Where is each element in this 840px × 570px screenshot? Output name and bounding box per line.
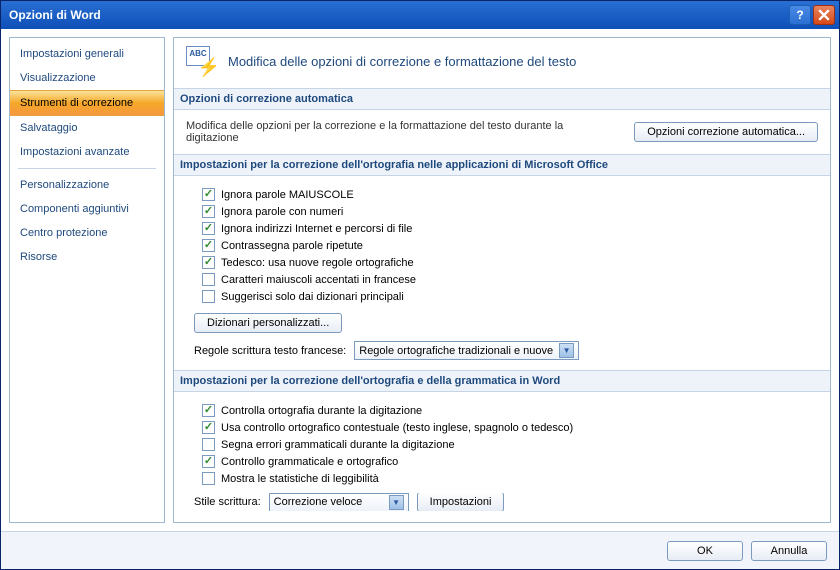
sidebar-item-addins[interactable]: Componenti aggiuntivi [10,197,164,221]
check-grammar-as-type[interactable]: Segna errori grammaticali durante la dig… [194,436,818,453]
titlebar: Opzioni di Word ? [1,1,839,29]
autocorrect-row: Modifica delle opzioni per la correzione… [186,120,818,144]
close-icon [818,9,830,21]
french-rules-label: Regole scrittura testo francese: [194,345,346,357]
chevron-down-icon: ▼ [389,495,404,510]
writing-style-select[interactable]: Correzione veloce ▼ [269,493,409,511]
check-french-accents[interactable]: Caratteri maiuscoli accentati in frances… [194,271,818,288]
checkbox-icon[interactable] [202,421,215,434]
dialog-body: Impostazioni generali Visualizzazione St… [1,29,839,531]
checkbox-icon[interactable] [202,472,215,485]
check-german-rules[interactable]: Tedesco: usa nuove regole ortografiche [194,254,818,271]
sidebar-item-save[interactable]: Salvataggio [10,116,164,140]
section-head-office-spell: Impostazioni per la correzione dell'orto… [174,154,830,176]
proofing-icon: ABC ⚡ [186,46,218,76]
sidebar-item-trust[interactable]: Centro protezione [10,221,164,245]
custom-dictionaries-button[interactable]: Dizionari personalizzati... [194,313,342,333]
options-dialog: Opzioni di Word ? Impostazioni generali … [0,0,840,570]
check-readability-stats[interactable]: Mostra le statistiche di leggibilità [194,470,818,487]
check-flag-repeated[interactable]: Contrassegna parole ripetute [194,237,818,254]
checkbox-icon[interactable] [202,290,215,303]
dialog-footer: OK Annulla [1,531,839,569]
close-button[interactable] [813,5,835,25]
writing-style-row: Stile scrittura: Correzione veloce ▼ Imp… [194,493,818,511]
check-ignore-numbers[interactable]: Ignora parole con numeri [194,203,818,220]
help-button[interactable]: ? [789,5,811,25]
checkbox-icon[interactable] [202,438,215,451]
ok-button[interactable]: OK [667,541,743,561]
checkbox-icon[interactable] [202,205,215,218]
checkbox-icon[interactable] [202,273,215,286]
office-checks: Ignora parole MAIUSCOLE Ignora parole co… [194,186,818,305]
check-main-dict-only[interactable]: Suggerisci solo dai dizionari principali [194,288,818,305]
page-title: Modifica delle opzioni di correzione e f… [228,54,576,69]
titlebar-buttons: ? [789,5,835,25]
checkbox-icon[interactable] [202,222,215,235]
page-header: ABC ⚡ Modifica delle opzioni di correzio… [186,46,818,76]
cancel-button[interactable]: Annulla [751,541,827,561]
word-checks: Controlla ortografia durante la digitazi… [194,402,818,487]
check-ignore-urls[interactable]: Ignora indirizzi Internet e percorsi di … [194,220,818,237]
sidebar-item-display[interactable]: Visualizzazione [10,66,164,90]
checkbox-icon[interactable] [202,188,215,201]
checkbox-icon[interactable] [202,455,215,468]
check-grammar-spell[interactable]: Controllo grammaticale e ortografico [194,453,818,470]
window-title: Opzioni di Word [9,8,789,22]
lightning-icon: ⚡ [198,57,220,78]
sidebar-item-resources[interactable]: Risorse [10,245,164,269]
sidebar-item-proofing[interactable]: Strumenti di correzione [10,90,164,116]
french-rules-select[interactable]: Regole ortografiche tradizionali e nuove… [354,341,579,360]
sidebar-item-customize[interactable]: Personalizzazione [10,173,164,197]
section-head-word-spell: Impostazioni per la correzione dell'orto… [174,370,830,392]
check-contextual-spell[interactable]: Usa controllo ortografico contestuale (t… [194,419,818,436]
chevron-down-icon: ▼ [559,343,574,358]
checkbox-icon[interactable] [202,404,215,417]
writing-style-label: Stile scrittura: [194,496,261,508]
section-head-autocorrect: Opzioni di correzione automatica [174,88,830,110]
autocorrect-options-button[interactable]: Opzioni correzione automatica... [634,122,818,142]
sidebar-separator [18,168,156,169]
sidebar-item-advanced[interactable]: Impostazioni avanzate [10,140,164,164]
french-rules-row: Regole scrittura testo francese: Regole … [194,341,818,360]
category-sidebar: Impostazioni generali Visualizzazione St… [9,37,165,523]
main-panel: ABC ⚡ Modifica delle opzioni di correzio… [173,37,831,523]
check-ignore-uppercase[interactable]: Ignora parole MAIUSCOLE [194,186,818,203]
grammar-settings-button[interactable]: Impostazioni [417,493,505,511]
checkbox-icon[interactable] [202,256,215,269]
checkbox-icon[interactable] [202,239,215,252]
sidebar-item-general[interactable]: Impostazioni generali [10,42,164,66]
check-spell-as-type[interactable]: Controlla ortografia durante la digitazi… [194,402,818,419]
autocorrect-desc: Modifica delle opzioni per la correzione… [186,120,614,144]
